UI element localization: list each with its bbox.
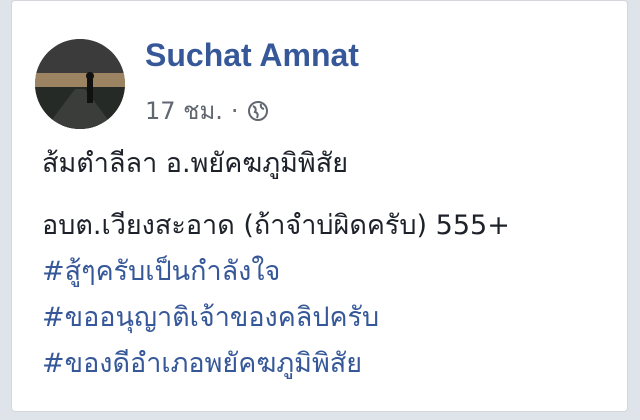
post-text-line: ส้มตำลีลา อ.พยัคฆภูมิพิสัย — [42, 148, 349, 179]
hashtag-link[interactable]: #ขออนุญาติเจ้าของคลิปครับ — [42, 295, 622, 341]
globe-icon[interactable] — [247, 100, 269, 122]
post-body: ส้มตำลีลา อ.พยัคฆภูมิพิสัย อบต.เวียงสะอา… — [42, 141, 622, 387]
hashtag-link[interactable]: #สู้ๆครับเป็นกำลังใจ — [42, 249, 622, 295]
post-timestamp[interactable]: 17 ชม. — [145, 91, 223, 130]
avatar[interactable] — [35, 39, 125, 129]
author-name[interactable]: Suchat Amnat — [145, 37, 359, 74]
hashtag-link[interactable]: #ของดีอำเภอพยัคฆภูมิพิสัย — [42, 341, 622, 387]
post-text-line: อบต.เวียงสะอาด (ถ้าจำบ่ผิดครับ) 555+ — [42, 210, 510, 241]
post-card: Suchat Amnat 17 ชม. · ส้มตำลีลา อ.พยัคฆภ… — [11, 0, 628, 412]
post-meta: 17 ชม. · — [145, 91, 269, 130]
meta-separator: · — [230, 96, 239, 125]
